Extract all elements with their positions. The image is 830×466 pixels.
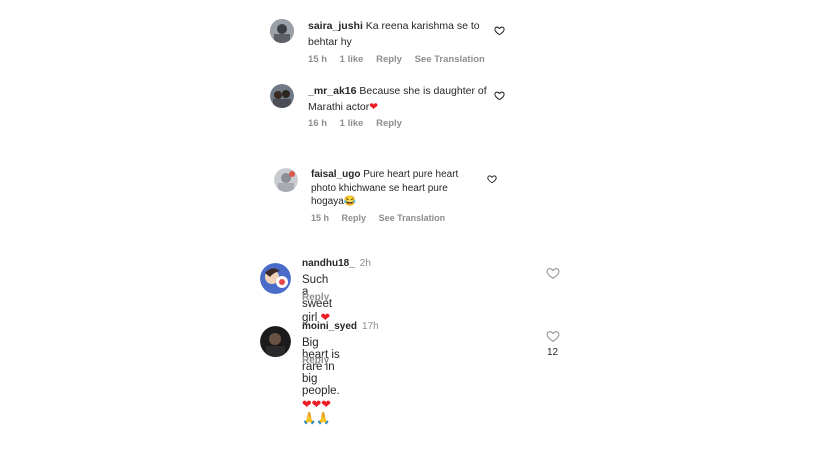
- username-link[interactable]: moini_syed: [302, 321, 357, 332]
- comment-body: Big heart is rare in big people.: [302, 337, 340, 397]
- comment-time: 15 h: [308, 54, 328, 65]
- heart-outline-icon[interactable]: [546, 266, 560, 280]
- comment-body: Pure heart pure heart: [363, 169, 459, 180]
- comment-header: moini_syed 17h: [302, 321, 379, 332]
- username-link[interactable]: saira_jushi: [308, 20, 363, 32]
- comment-time: 2h: [359, 258, 371, 269]
- heart-outline-icon[interactable]: [494, 25, 505, 36]
- username-link[interactable]: faisal_ugo: [311, 169, 360, 180]
- avatar[interactable]: [270, 19, 294, 43]
- heart-outline-icon[interactable]: [546, 329, 560, 343]
- username-link[interactable]: _mr_ak16: [308, 85, 356, 97]
- comment-meta: 15 h Reply See Translation: [311, 213, 455, 223]
- username-link[interactable]: nandhu18_: [302, 258, 355, 269]
- comment-body: Because she is daughter of: [359, 85, 487, 97]
- reply-button[interactable]: Reply: [342, 213, 367, 223]
- comment-text: Big heart is rare in big people.❤❤❤🙏🙏: [302, 337, 340, 425]
- comment-emoji: 😂: [343, 196, 357, 207]
- comment-body: photo khichwane se heart pure: [311, 182, 448, 194]
- heart-outline-icon[interactable]: [487, 174, 497, 184]
- heart-outline-icon[interactable]: [494, 90, 505, 101]
- likes-count[interactable]: 1 like: [340, 54, 364, 65]
- avatar[interactable]: [274, 168, 298, 192]
- avatar[interactable]: [270, 84, 294, 108]
- avatar[interactable]: [260, 326, 291, 357]
- comment-text: faisal_ugo Pure heart pure heart photo k…: [311, 168, 489, 209]
- comment-emoji: ❤❤❤🙏🙏: [302, 399, 331, 425]
- comment-text: _mr_ak16 Because she is daughter of Mara…: [308, 83, 498, 115]
- comment-time: 17h: [362, 321, 379, 332]
- see-translation-button[interactable]: See Translation: [379, 213, 446, 223]
- reply-button[interactable]: Reply: [376, 118, 402, 129]
- reply-button[interactable]: Reply: [302, 292, 329, 303]
- comment-time: 16 h: [308, 118, 328, 129]
- comment-time: 15 h: [311, 213, 330, 223]
- comment-text: saira_jushi Ka reena karishma se to beht…: [308, 18, 498, 50]
- comment-meta: 16 h 1 like Reply: [308, 118, 412, 129]
- avatar[interactable]: [260, 263, 291, 294]
- comment-body: Ka reena karishma se to: [365, 20, 480, 32]
- reply-button[interactable]: Reply: [376, 54, 402, 65]
- reply-button[interactable]: Reply: [302, 355, 329, 366]
- see-translation-button[interactable]: See Translation: [415, 54, 485, 65]
- comment-emoji: ❤: [369, 101, 379, 113]
- comment-header: nandhu18_ 2h: [302, 258, 371, 269]
- comment-meta: 15 h 1 like Reply See Translation: [308, 54, 495, 65]
- like-count[interactable]: 12: [547, 347, 558, 358]
- likes-count[interactable]: 1 like: [340, 118, 364, 129]
- comment-body: hogaya: [311, 196, 344, 207]
- comment-body: behtar hy: [308, 36, 352, 48]
- comment-body: Marathi actor: [308, 101, 370, 113]
